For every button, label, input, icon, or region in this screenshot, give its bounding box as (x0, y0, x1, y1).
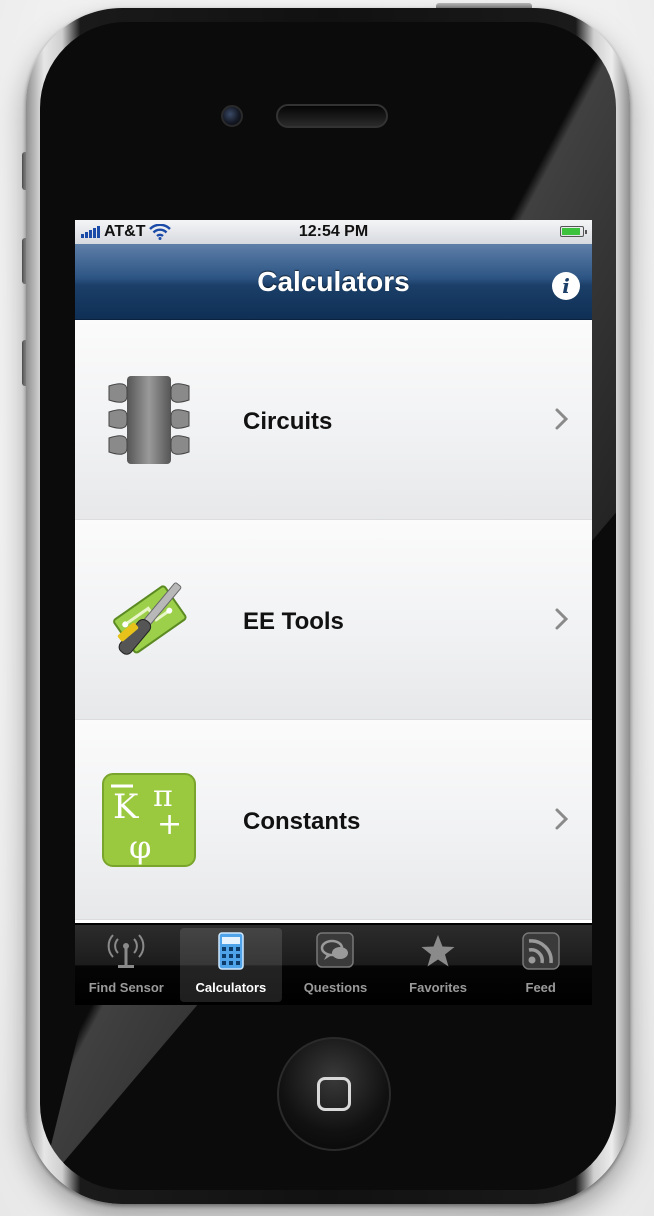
constants-icon: K π + φ (102, 773, 196, 867)
antenna-icon (107, 934, 145, 968)
tab-favorites[interactable]: Favorites (387, 925, 490, 1005)
status-time: 12:54 PM (298, 223, 369, 240)
speech-bubbles-icon (316, 932, 355, 968)
page-title: Calculators (257, 266, 410, 297)
tab-bar: Find Sensor Calculators Questions Favori… (75, 925, 592, 1005)
tab-questions[interactable]: Questions (284, 925, 387, 1005)
status-bar: AT&T 12:54 PM (75, 220, 592, 244)
app-screen: AT&T 12:54 PM Calculators i Circuits EE … (75, 220, 592, 1005)
tab-label: Feed (525, 980, 556, 995)
tab-feed[interactable]: Feed (489, 925, 592, 1005)
home-button[interactable] (277, 1037, 391, 1151)
tab-label: Calculators (195, 980, 267, 995)
tab-find-sensor[interactable]: Find Sensor (75, 925, 178, 1005)
chevron-right-icon (555, 608, 569, 630)
list-item-constants[interactable]: K π + φ Constants (75, 720, 592, 920)
svg-text:+: + (157, 807, 182, 842)
stage: AT&T 12:54 PM Calculators i Circuits EE … (0, 0, 654, 1216)
list-item-label: Constants (243, 808, 361, 835)
rss-icon (521, 932, 560, 970)
navigation-bar: Calculators i (75, 244, 592, 320)
list-item-ee-tools[interactable]: EE Tools (75, 520, 592, 720)
calculator-list: Circuits EE Tools K π + φ Constants (75, 320, 592, 923)
tab-label: Find Sensor (88, 980, 164, 995)
star-icon (421, 935, 455, 967)
info-icon[interactable]: i (552, 272, 580, 300)
tools-icon (113, 582, 187, 655)
list-item-label: Circuits (243, 408, 333, 435)
chevron-right-icon (555, 408, 569, 430)
battery-icon (560, 226, 587, 237)
earpiece-speaker (276, 104, 388, 128)
tab-calculators[interactable]: Calculators (179, 928, 283, 1002)
home-square-icon (317, 1077, 351, 1111)
chevron-right-icon (555, 808, 569, 830)
calculator-icon (218, 932, 244, 970)
chip-icon (108, 376, 190, 464)
front-camera (221, 105, 243, 127)
tab-label: Favorites (409, 980, 467, 995)
list-item-circuits[interactable]: Circuits (75, 320, 592, 520)
svg-text:K: K (113, 787, 139, 827)
list-item-label: EE Tools (243, 608, 344, 635)
tab-label: Questions (303, 980, 368, 995)
svg-text:φ: φ (129, 828, 151, 866)
